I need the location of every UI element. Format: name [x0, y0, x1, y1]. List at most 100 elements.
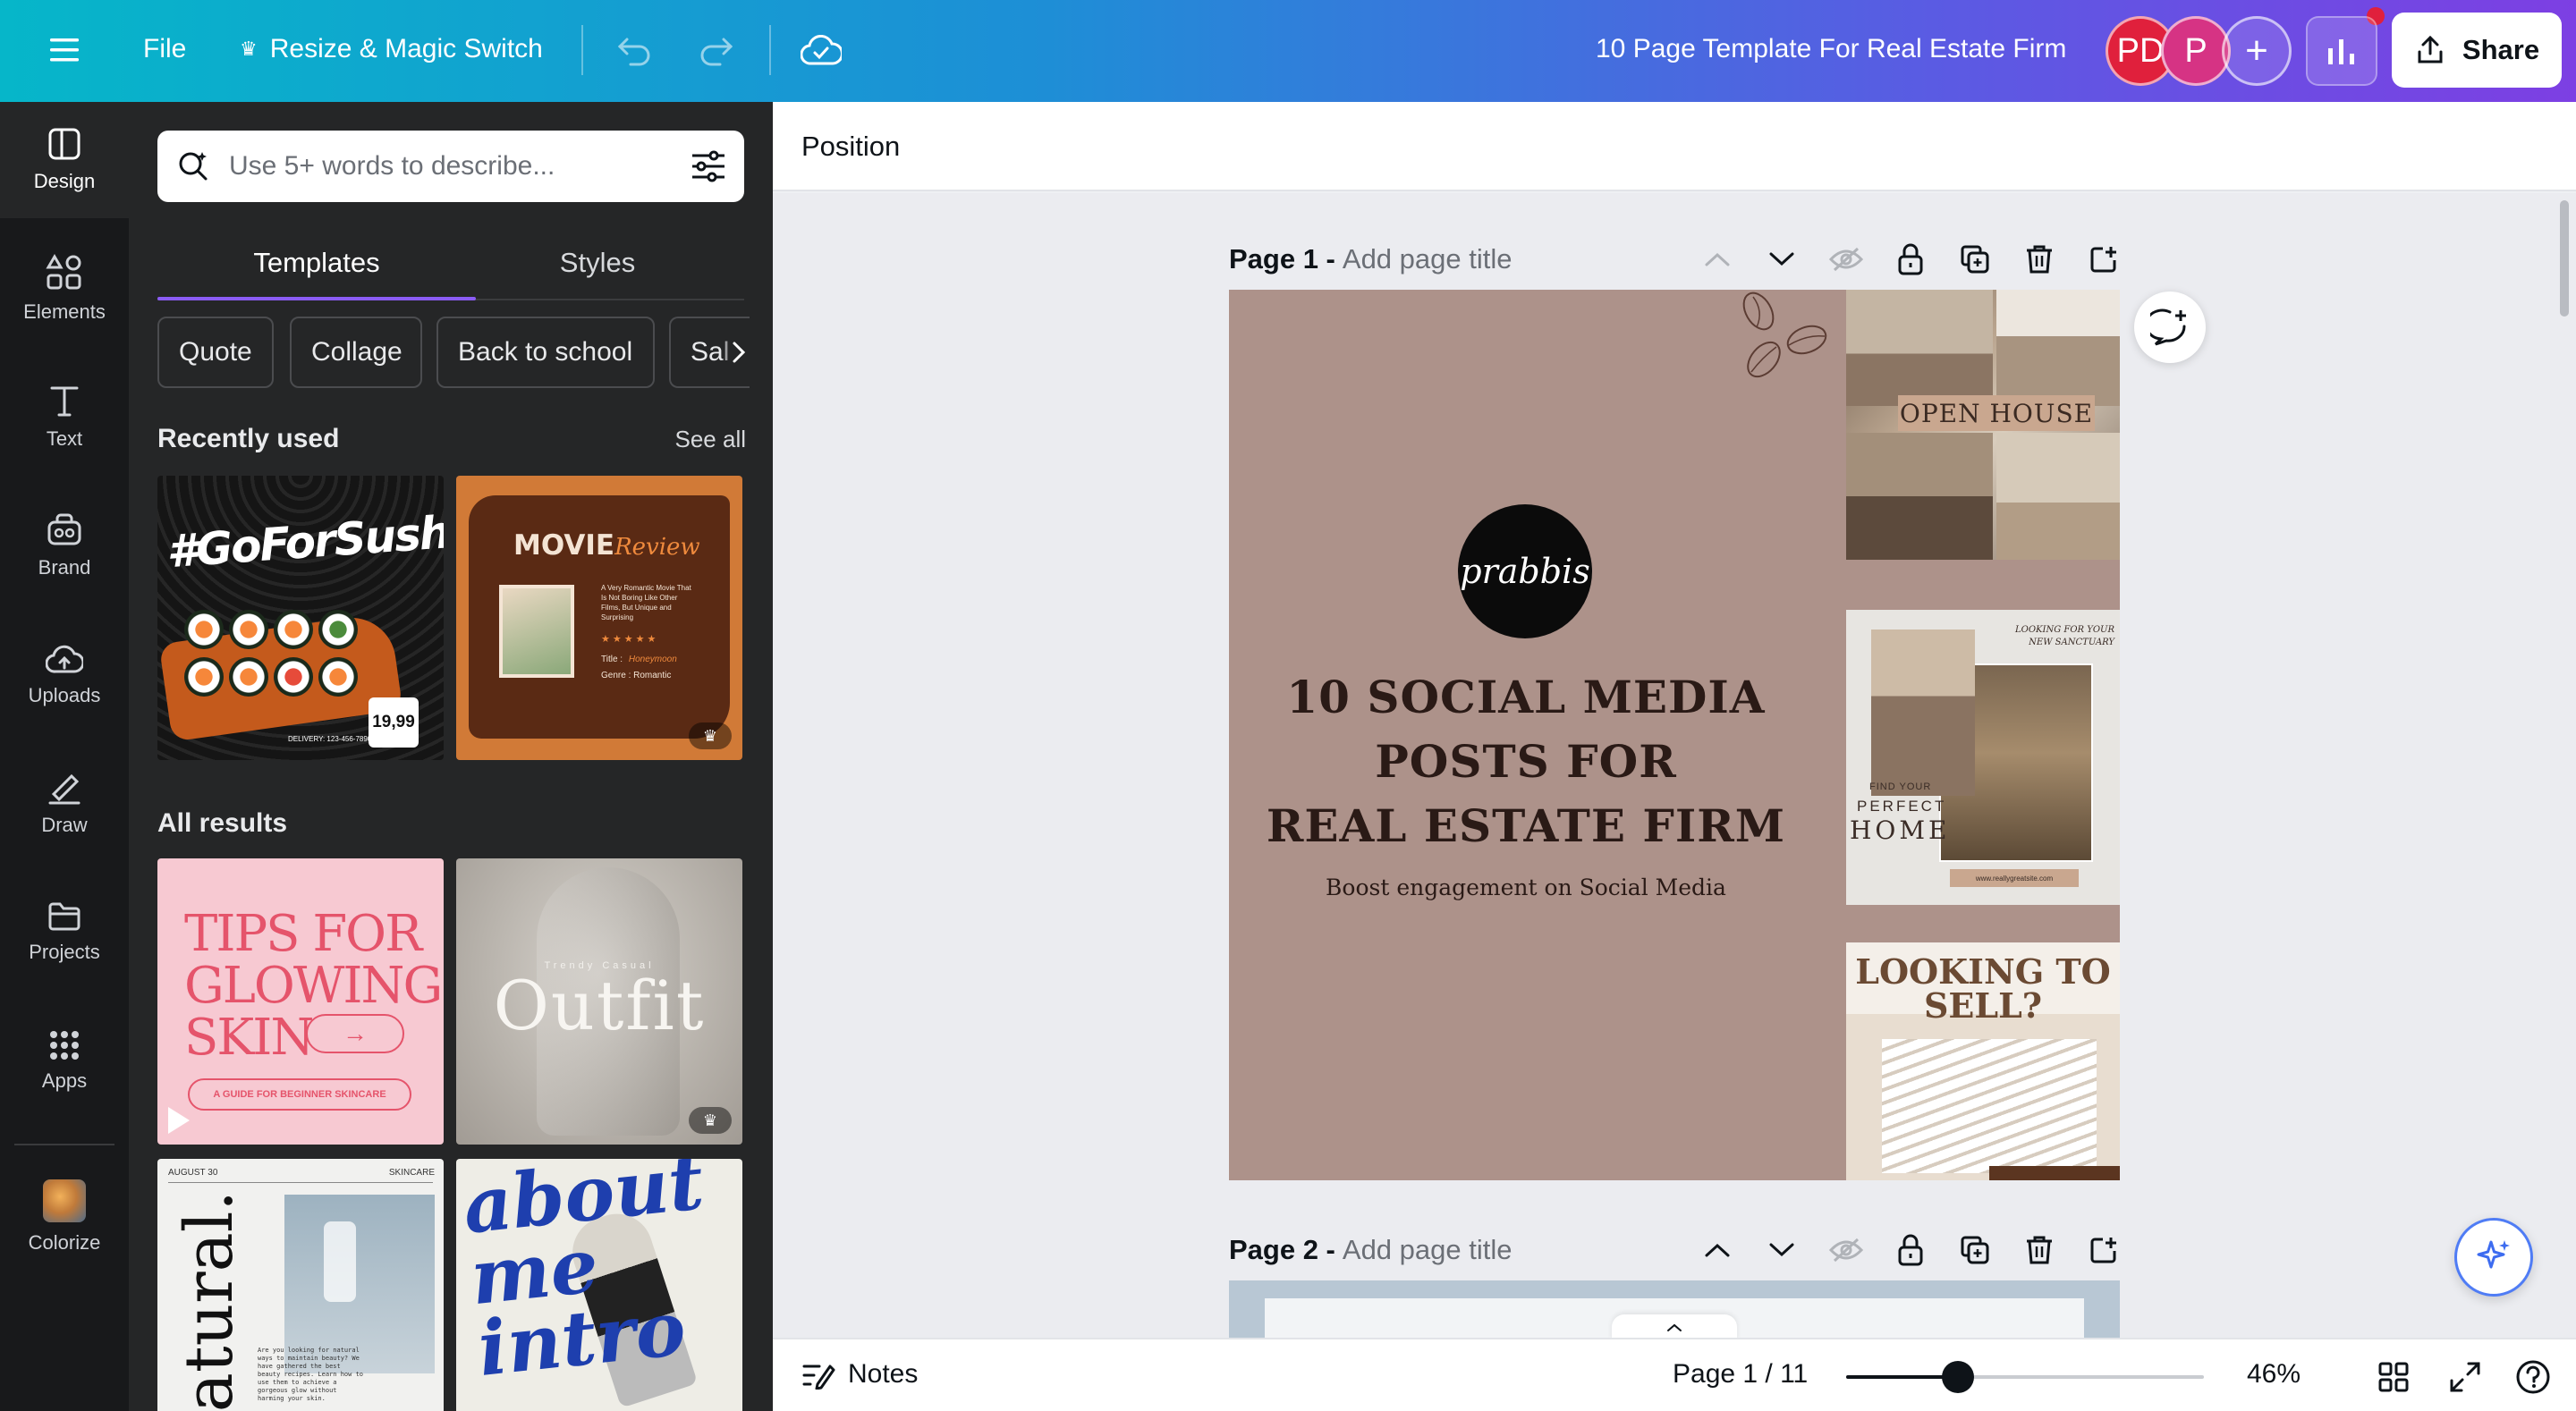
comment-add-icon	[2150, 308, 2186, 346]
share-label: Share	[2462, 34, 2540, 65]
sushi-pieces	[184, 610, 399, 699]
lock-page-button[interactable]	[1878, 1229, 1943, 1272]
rail-label: Uploads	[28, 684, 101, 706]
move-page-down-button[interactable]	[1750, 238, 1814, 281]
vertical-scrollbar[interactable]	[2560, 200, 2569, 317]
skin-subtitle: A GUIDE FOR BEGINNER SKINCARE	[213, 1089, 386, 1100]
chevron-down-icon	[1769, 1243, 1794, 1257]
fullscreen-button[interactable]	[2444, 1356, 2487, 1398]
notes-button[interactable]: Notes	[801, 1359, 918, 1390]
duplicate-page-button[interactable]	[1943, 238, 2007, 281]
menu-icon[interactable]	[45, 30, 84, 70]
outfit-title: Outfit	[493, 966, 706, 1045]
add-collaborator-button[interactable]: +	[2222, 16, 2292, 86]
rail-label: Colorize	[28, 1231, 101, 1254]
movie-word: MOVIE	[513, 529, 615, 562]
zoom-slider[interactable]	[1846, 1361, 2204, 1393]
subheadline: Boost engagement on Social Media	[1326, 874, 1726, 900]
help-button[interactable]	[2512, 1356, 2555, 1398]
natural-word: natural.	[170, 1190, 248, 1411]
hide-page-button[interactable]	[1814, 1229, 1878, 1272]
cloud-saved-icon[interactable]	[796, 27, 846, 73]
elements-icon	[46, 254, 81, 290]
video-play-icon	[168, 1107, 190, 1134]
template-thumb-glowing-skin[interactable]: TIPS FOR GLOWING SKIN → A GUIDE FOR BEGI…	[157, 858, 444, 1145]
delete-page-button[interactable]	[2007, 1229, 2072, 1272]
hide-page-button[interactable]	[1814, 238, 1878, 281]
chip-quote[interactable]: Quote	[157, 317, 274, 388]
move-page-up-button[interactable]	[1685, 238, 1750, 281]
chip-collage[interactable]: Collage	[290, 317, 422, 388]
resize-label: Resize & Magic Switch	[269, 34, 543, 63]
zoom-slider-handle[interactable]	[1942, 1361, 1974, 1393]
about-text: about me intro	[459, 1159, 708, 1393]
page-1-header: Page 1 - Add page title	[1229, 238, 1512, 281]
document-title[interactable]: 10 Page Template For Real Estate Firm	[1596, 34, 2066, 64]
rail-colorize[interactable]: Colorize	[0, 1159, 129, 1275]
lock-icon	[1898, 243, 1923, 275]
move-page-up-button[interactable]	[1685, 1229, 1750, 1272]
text-icon	[50, 386, 79, 417]
rail-elements[interactable]: Elements	[0, 231, 129, 347]
top-bar: File ♛ Resize & Magic Switch 10 Page Tem…	[0, 0, 2576, 102]
chip-back-to-school[interactable]: Back to school	[436, 317, 655, 388]
move-page-down-button[interactable]	[1750, 1229, 1814, 1272]
page-1-title-input[interactable]: Add page title	[1343, 243, 1513, 275]
avatar-p[interactable]: P	[2161, 16, 2231, 86]
natural-date: AUGUST 30	[168, 1168, 218, 1178]
chips-next-button[interactable]	[721, 325, 757, 379]
add-comment-button[interactable]	[2134, 291, 2206, 363]
resize-magic-switch-button[interactable]: ♛ Resize & Magic Switch	[240, 34, 543, 64]
eye-off-icon	[1829, 1238, 1863, 1263]
brand-logo: prabbis	[1458, 504, 1592, 638]
undo-icon[interactable]	[614, 30, 655, 72]
natural-bottle	[324, 1221, 356, 1302]
rail-draw[interactable]: Draw	[0, 746, 129, 862]
delete-page-button[interactable]	[2007, 238, 2072, 281]
rail-design[interactable]: Design	[0, 102, 129, 218]
room-photo-2	[1996, 290, 2120, 406]
rail-label: Design	[33, 170, 96, 192]
home-photo-inset	[1871, 629, 1975, 796]
lock-page-button[interactable]	[1878, 238, 1943, 281]
add-page-button[interactable]	[2072, 1229, 2136, 1272]
tab-templates[interactable]: Templates	[157, 227, 476, 299]
page-indicator[interactable]: Page 1 / 11	[1673, 1359, 1808, 1390]
room-photo-1	[1846, 290, 1993, 406]
rail-uploads[interactable]: Uploads	[0, 617, 129, 733]
room-photo-3	[1846, 433, 1993, 560]
file-menu[interactable]: File	[143, 34, 186, 64]
redo-icon[interactable]	[696, 30, 737, 72]
page-1-canvas[interactable]: prabbis 10 SOCIAL MEDIA POSTS FOR REAL E…	[1229, 290, 2120, 1180]
search-input[interactable]	[229, 131, 658, 202]
page-2-title-input[interactable]: Add page title	[1343, 1234, 1513, 1266]
duplicate-page-button[interactable]	[1943, 1229, 2007, 1272]
open-house-banner: OPEN HOUSE	[1898, 395, 2095, 431]
grid-icon	[2378, 1362, 2409, 1392]
template-thumb-natural[interactable]: AUGUST 30 SKINCARE natural. Are you look…	[157, 1159, 444, 1411]
grid-view-button[interactable]	[2372, 1356, 2415, 1398]
movie-stars: ★★★★★	[601, 634, 659, 645]
panel-tabs: Templates Styles	[157, 227, 744, 300]
rail-text[interactable]: Text	[0, 359, 129, 476]
filter-icon[interactable]	[691, 150, 726, 182]
tab-styles[interactable]: Styles	[451, 227, 744, 299]
zoom-level[interactable]: 46%	[2247, 1359, 2301, 1390]
position-button[interactable]: Position	[801, 131, 900, 163]
natural-body: Are you looking for natural ways to main…	[258, 1347, 364, 1402]
template-thumb-about-me[interactable]: about me intro	[456, 1159, 742, 1411]
template-thumb-movie-review[interactable]: MOVIEReview A Very Romantic Movie That I…	[456, 476, 742, 760]
share-button[interactable]: Share	[2392, 13, 2562, 88]
template-thumb-sushi[interactable]: #GoForSushi! 19,99 DELIVERY: 123-456-789…	[157, 476, 444, 760]
rail-projects[interactable]: Projects	[0, 874, 129, 991]
template-thumb-outfit[interactable]: Trendy Casual Outfit ♛	[456, 858, 742, 1145]
rail-apps[interactable]: Apps	[0, 1003, 129, 1120]
uploads-icon	[46, 645, 83, 673]
see-all-link[interactable]: See all	[675, 426, 747, 453]
rail-brand[interactable]: Brand	[0, 488, 129, 604]
magic-assistant-button[interactable]	[2454, 1218, 2533, 1297]
show-pages-tab[interactable]	[1612, 1314, 1737, 1338]
analytics-button[interactable]	[2306, 16, 2377, 86]
add-page-button[interactable]	[2072, 238, 2136, 281]
crown-icon: ♛	[702, 726, 718, 745]
